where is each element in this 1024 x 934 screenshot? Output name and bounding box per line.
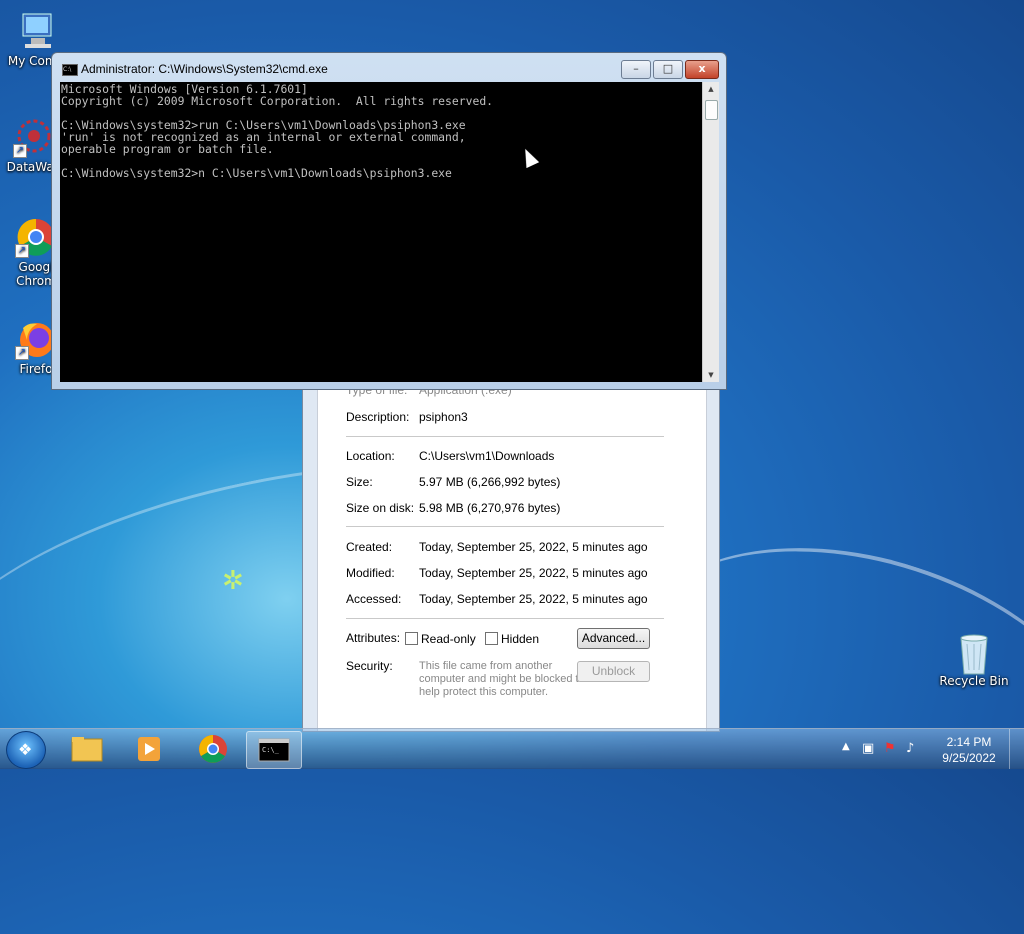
divider [346, 526, 664, 527]
datawag-icon: ↗ [13, 116, 55, 158]
media-player-icon [138, 737, 160, 761]
desktop-icon-recycle-bin[interactable]: Recycle Bin [938, 630, 1010, 688]
title-bar[interactable]: C:\ Administrator: C:\Windows\System32\c… [52, 53, 726, 83]
close-button[interactable]: x [685, 60, 719, 79]
size-on-disk-label: Size on disk: [346, 501, 415, 515]
show-desktop-button[interactable] [1009, 729, 1024, 769]
hidden-label: Hidden [501, 632, 540, 646]
accessed-value: Today, September 25, 2022, 5 minutes ago [419, 592, 648, 606]
scroll-thumb[interactable] [705, 100, 718, 120]
attributes-label: Attributes: [346, 631, 401, 645]
cmd-icon: C:\_ [258, 738, 290, 762]
clock[interactable]: 2:14 PM 9/25/2022 [934, 734, 1004, 766]
folder-icon [71, 737, 103, 762]
advanced-button[interactable]: Advanced... [577, 628, 650, 649]
description-value: psiphon3 [419, 410, 468, 424]
readonly-label: Read-only [421, 632, 476, 646]
shortcut-arrow-icon: ↗ [15, 346, 29, 360]
console-output[interactable]: Microsoft Windows [Version 6.1.7601] Cop… [60, 82, 702, 382]
modified-label: Modified: [346, 566, 395, 580]
security-label: Security: [346, 659, 393, 673]
network-icon[interactable]: ▣ [862, 741, 874, 756]
divider [346, 436, 664, 437]
recycle-bin-icon [953, 630, 995, 675]
scroll-down-arrow-icon[interactable]: ▼ [703, 368, 719, 382]
readonly-checkbox[interactable] [405, 632, 418, 645]
volume-icon[interactable]: ♪ [906, 741, 914, 756]
properties-panel: Type of file: Application (.exe) Descrip… [317, 381, 707, 731]
vertical-scrollbar[interactable]: ▲ ▼ [702, 82, 719, 382]
accessed-label: Accessed: [346, 592, 402, 606]
window-title: Administrator: C:\Windows\System32\cmd.e… [81, 62, 328, 76]
shortcut-arrow-icon: ↗ [15, 244, 29, 258]
security-text: This file came from another computer and… [419, 660, 585, 698]
computer-icon [15, 10, 57, 52]
minimize-button[interactable]: – [621, 60, 651, 79]
scroll-up-arrow-icon[interactable]: ▲ [703, 82, 719, 96]
divider [346, 618, 664, 619]
start-button[interactable]: ❖ [6, 731, 46, 769]
size-label: Size: [346, 475, 373, 489]
size-value: 5.97 MB (6,266,992 bytes) [419, 475, 561, 489]
taskbar-explorer[interactable] [60, 731, 114, 767]
show-hidden-icons-icon[interactable]: ▲ [842, 741, 850, 752]
file-properties-dialog: Type of file: Application (.exe) Descrip… [302, 380, 720, 732]
svg-text:C:\_: C:\_ [262, 746, 280, 754]
modified-value: Today, September 25, 2022, 5 minutes ago [419, 566, 648, 580]
cmd-icon: C:\ [62, 64, 78, 76]
location-value: C:\Users\vm1\Downloads [419, 449, 555, 463]
created-value: Today, September 25, 2022, 5 minutes ago [419, 540, 648, 554]
action-center-icon[interactable]: ⚑ [884, 741, 896, 756]
system-tray: ▲ ▣ ⚑ ♪ 2:14 PM 9/25/2022 [834, 729, 1024, 769]
console-text: Microsoft Windows [Version 6.1.7601] Cop… [61, 82, 494, 180]
chrome-icon [199, 735, 227, 763]
wallpaper-leaf: ✲ [222, 566, 244, 596]
hidden-checkbox[interactable] [485, 632, 498, 645]
created-label: Created: [346, 540, 393, 554]
size-on-disk-value: 5.98 MB (6,270,976 bytes) [419, 501, 561, 515]
taskbar-cmd[interactable]: C:\_ [246, 731, 302, 769]
maximize-button[interactable]: □ [653, 60, 683, 79]
windows-logo-icon: ❖ [18, 740, 33, 759]
location-label: Location: [346, 449, 395, 463]
taskbar-media-player[interactable] [122, 731, 176, 767]
taskbar-chrome[interactable] [186, 731, 240, 767]
clock-date: 9/25/2022 [942, 751, 996, 765]
clock-time: 2:14 PM [946, 735, 992, 749]
description-label: Description: [346, 410, 410, 424]
cmd-window[interactable]: C:\ Administrator: C:\Windows\System32\c… [51, 52, 727, 390]
unblock-button[interactable]: Unblock [577, 661, 650, 682]
taskbar: ❖ C:\_ ▲ ▣ ⚑ ♪ 2:14 PM 9/25/2022 [0, 728, 1024, 769]
shortcut-arrow-icon: ↗ [13, 144, 27, 158]
